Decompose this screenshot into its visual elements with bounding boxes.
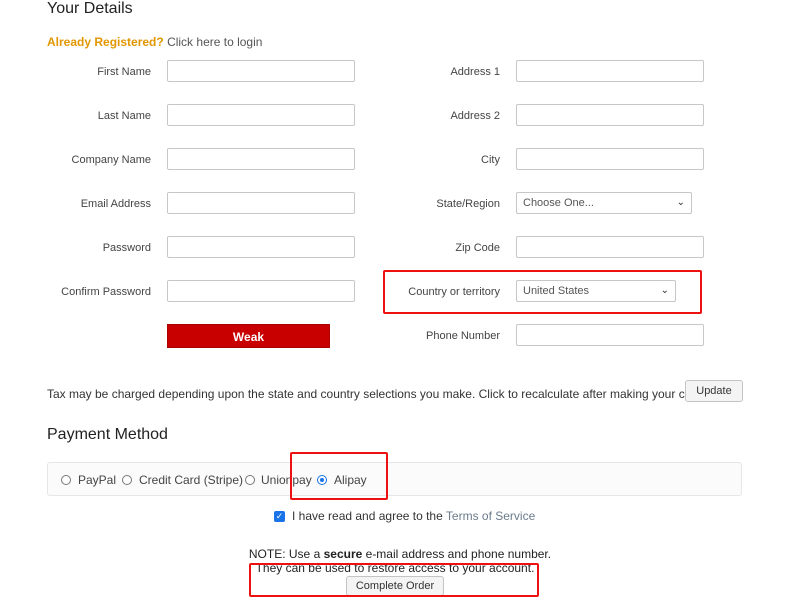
company-name-label: Company Name bbox=[71, 154, 151, 166]
zip-input[interactable] bbox=[516, 236, 704, 258]
note-bold: secure bbox=[323, 547, 363, 561]
state-selected-value: Choose One... bbox=[523, 197, 594, 209]
terms-checkbox[interactable]: ✓ bbox=[274, 511, 285, 522]
address1-input[interactable] bbox=[516, 60, 704, 82]
already-registered-text: Already Registered? bbox=[47, 35, 164, 49]
chevron-down-icon: ⌄ bbox=[660, 285, 669, 296]
first-name-input[interactable] bbox=[167, 60, 355, 82]
paypal-radio[interactable] bbox=[61, 475, 71, 485]
password-strength-indicator: Weak bbox=[167, 324, 330, 348]
address2-label: Address 2 bbox=[450, 110, 500, 122]
phone-label: Phone Number bbox=[426, 330, 500, 342]
first-name-label: First Name bbox=[97, 66, 151, 78]
paypal-label: PayPal bbox=[78, 473, 117, 487]
state-label: State/Region bbox=[436, 198, 500, 210]
country-label: Country or territory bbox=[408, 286, 500, 298]
last-name-input[interactable] bbox=[167, 104, 355, 126]
stripe-label: Credit Card (Stripe) bbox=[139, 473, 244, 487]
email-label: Email Address bbox=[80, 198, 151, 210]
company-name-input[interactable] bbox=[167, 148, 355, 170]
note-suffix: e-mail address and phone number. bbox=[365, 547, 552, 561]
update-button[interactable]: Update bbox=[685, 380, 743, 402]
terms-of-service-link[interactable]: Terms of Service bbox=[446, 509, 535, 523]
address1-label: Address 1 bbox=[450, 66, 500, 78]
login-prompt: Already Registered? Click here to login bbox=[47, 35, 262, 49]
phone-input[interactable] bbox=[516, 324, 704, 346]
last-name-label: Last Name bbox=[97, 110, 151, 122]
login-link[interactable]: Click here to login bbox=[167, 35, 262, 49]
terms-text: I have read and agree to the Terms of Se… bbox=[292, 509, 535, 523]
tax-note: Tax may be charged depending upon the st… bbox=[47, 387, 723, 401]
unionpay-radio[interactable] bbox=[245, 475, 255, 485]
payment-method-heading: Payment Method bbox=[47, 426, 168, 443]
city-input[interactable] bbox=[516, 148, 704, 170]
state-select[interactable]: Choose One... ⌄ bbox=[516, 192, 692, 214]
stripe-radio[interactable] bbox=[122, 475, 132, 485]
alipay-highlight-box bbox=[290, 452, 388, 500]
password-input[interactable] bbox=[167, 236, 355, 258]
password-label: Password bbox=[102, 242, 151, 254]
confirm-password-label: Confirm Password bbox=[61, 286, 151, 298]
terms-prefix: I have read and agree to the bbox=[292, 509, 443, 523]
city-label: City bbox=[481, 154, 500, 166]
complete-order-highlight-box bbox=[249, 563, 539, 597]
country-selected-value: United States bbox=[523, 285, 590, 297]
note-line-1: NOTE: Use a secure e-mail address and ph… bbox=[0, 547, 800, 561]
note-prefix: NOTE: Use a bbox=[248, 547, 321, 561]
email-input[interactable] bbox=[167, 192, 355, 214]
address2-input[interactable] bbox=[516, 104, 704, 126]
country-select[interactable]: United States ⌄ bbox=[516, 280, 676, 302]
page-title: Your Details bbox=[47, 0, 133, 17]
confirm-password-input[interactable] bbox=[167, 280, 355, 302]
zip-label: Zip Code bbox=[455, 242, 500, 254]
chevron-down-icon: ⌄ bbox=[676, 197, 685, 208]
